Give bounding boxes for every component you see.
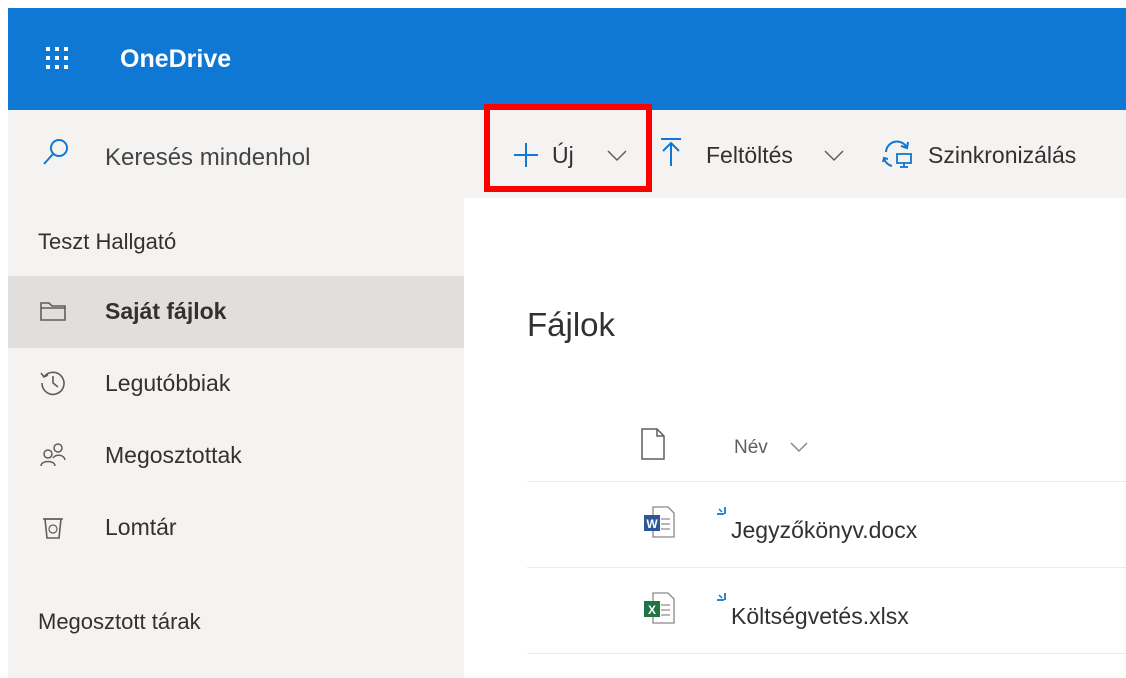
sidebar-item-label: Saját fájlok bbox=[105, 298, 227, 324]
svg-text:X: X bbox=[648, 603, 656, 617]
svg-text:W: W bbox=[646, 517, 658, 531]
upload-icon bbox=[661, 138, 681, 166]
search-input[interactable]: Keresés mindenhol bbox=[105, 143, 310, 173]
recycle-bin-icon bbox=[43, 518, 63, 539]
search-box[interactable]: Keresés mindenhol bbox=[8, 110, 464, 198]
column-header-name[interactable]: Név bbox=[734, 436, 768, 460]
word-file-icon: W bbox=[644, 506, 675, 538]
recent-icon bbox=[40, 371, 65, 396]
new-file-spark-icon bbox=[717, 507, 726, 515]
file-name[interactable]: Költségvetés.xlsx bbox=[731, 602, 909, 630]
file-list-header: Név bbox=[527, 426, 1126, 482]
sidebar-item-label: Lomtár bbox=[105, 514, 177, 540]
sidebar-item-recent[interactable]: Legutóbbiak bbox=[8, 348, 464, 420]
table-row[interactable]: X Költségvetés.xlsx bbox=[527, 568, 1126, 654]
sidebar-item-my-files[interactable]: Saját fájlok bbox=[8, 276, 464, 348]
new-button-highlight bbox=[484, 104, 652, 192]
search-icon bbox=[43, 139, 68, 165]
waffle-icon[interactable] bbox=[46, 47, 68, 69]
left-gutter bbox=[0, 110, 8, 678]
table-row[interactable]: W Jegyzőkönyv.docx bbox=[527, 482, 1126, 568]
sidebar: Keresés mindenhol Teszt Hallgató Saját f… bbox=[8, 110, 464, 678]
chevron-down-icon[interactable] bbox=[790, 442, 808, 453]
file-name[interactable]: Jegyzőkönyv.docx bbox=[731, 516, 917, 544]
chevron-down-icon bbox=[824, 150, 844, 162]
sidebar-item-label: Legutóbbiak bbox=[105, 370, 231, 396]
upload-button[interactable]: Feltöltés bbox=[660, 110, 860, 198]
file-type-icon[interactable] bbox=[640, 428, 666, 460]
header-area: OneDrive bbox=[0, 0, 1126, 110]
sidebar-item-recycle-bin[interactable]: Lomtár bbox=[8, 492, 464, 564]
sync-button-label: Szinkronizálás bbox=[928, 142, 1077, 168]
excel-file-icon: X bbox=[644, 592, 675, 624]
user-name: Teszt Hallgató bbox=[38, 229, 177, 254]
main-content: Fájlok Név W Jegyzőkönyv.docx X Költségv… bbox=[464, 198, 1126, 678]
shared-people-icon bbox=[40, 443, 66, 467]
upload-button-label: Feltöltés bbox=[706, 142, 793, 168]
sync-button[interactable]: Szinkronizálás bbox=[880, 110, 1124, 198]
folder-icon bbox=[40, 302, 66, 321]
sidebar-item-shared[interactable]: Megosztottak bbox=[8, 420, 464, 492]
sidebar-item-label: Megosztottak bbox=[105, 442, 242, 468]
app-title[interactable]: OneDrive bbox=[120, 44, 231, 74]
page-title: Fájlok bbox=[527, 306, 616, 343]
new-file-spark-icon bbox=[717, 593, 726, 601]
sync-icon bbox=[882, 140, 912, 168]
shared-libraries-heading: Megosztott tárak bbox=[38, 609, 201, 634]
